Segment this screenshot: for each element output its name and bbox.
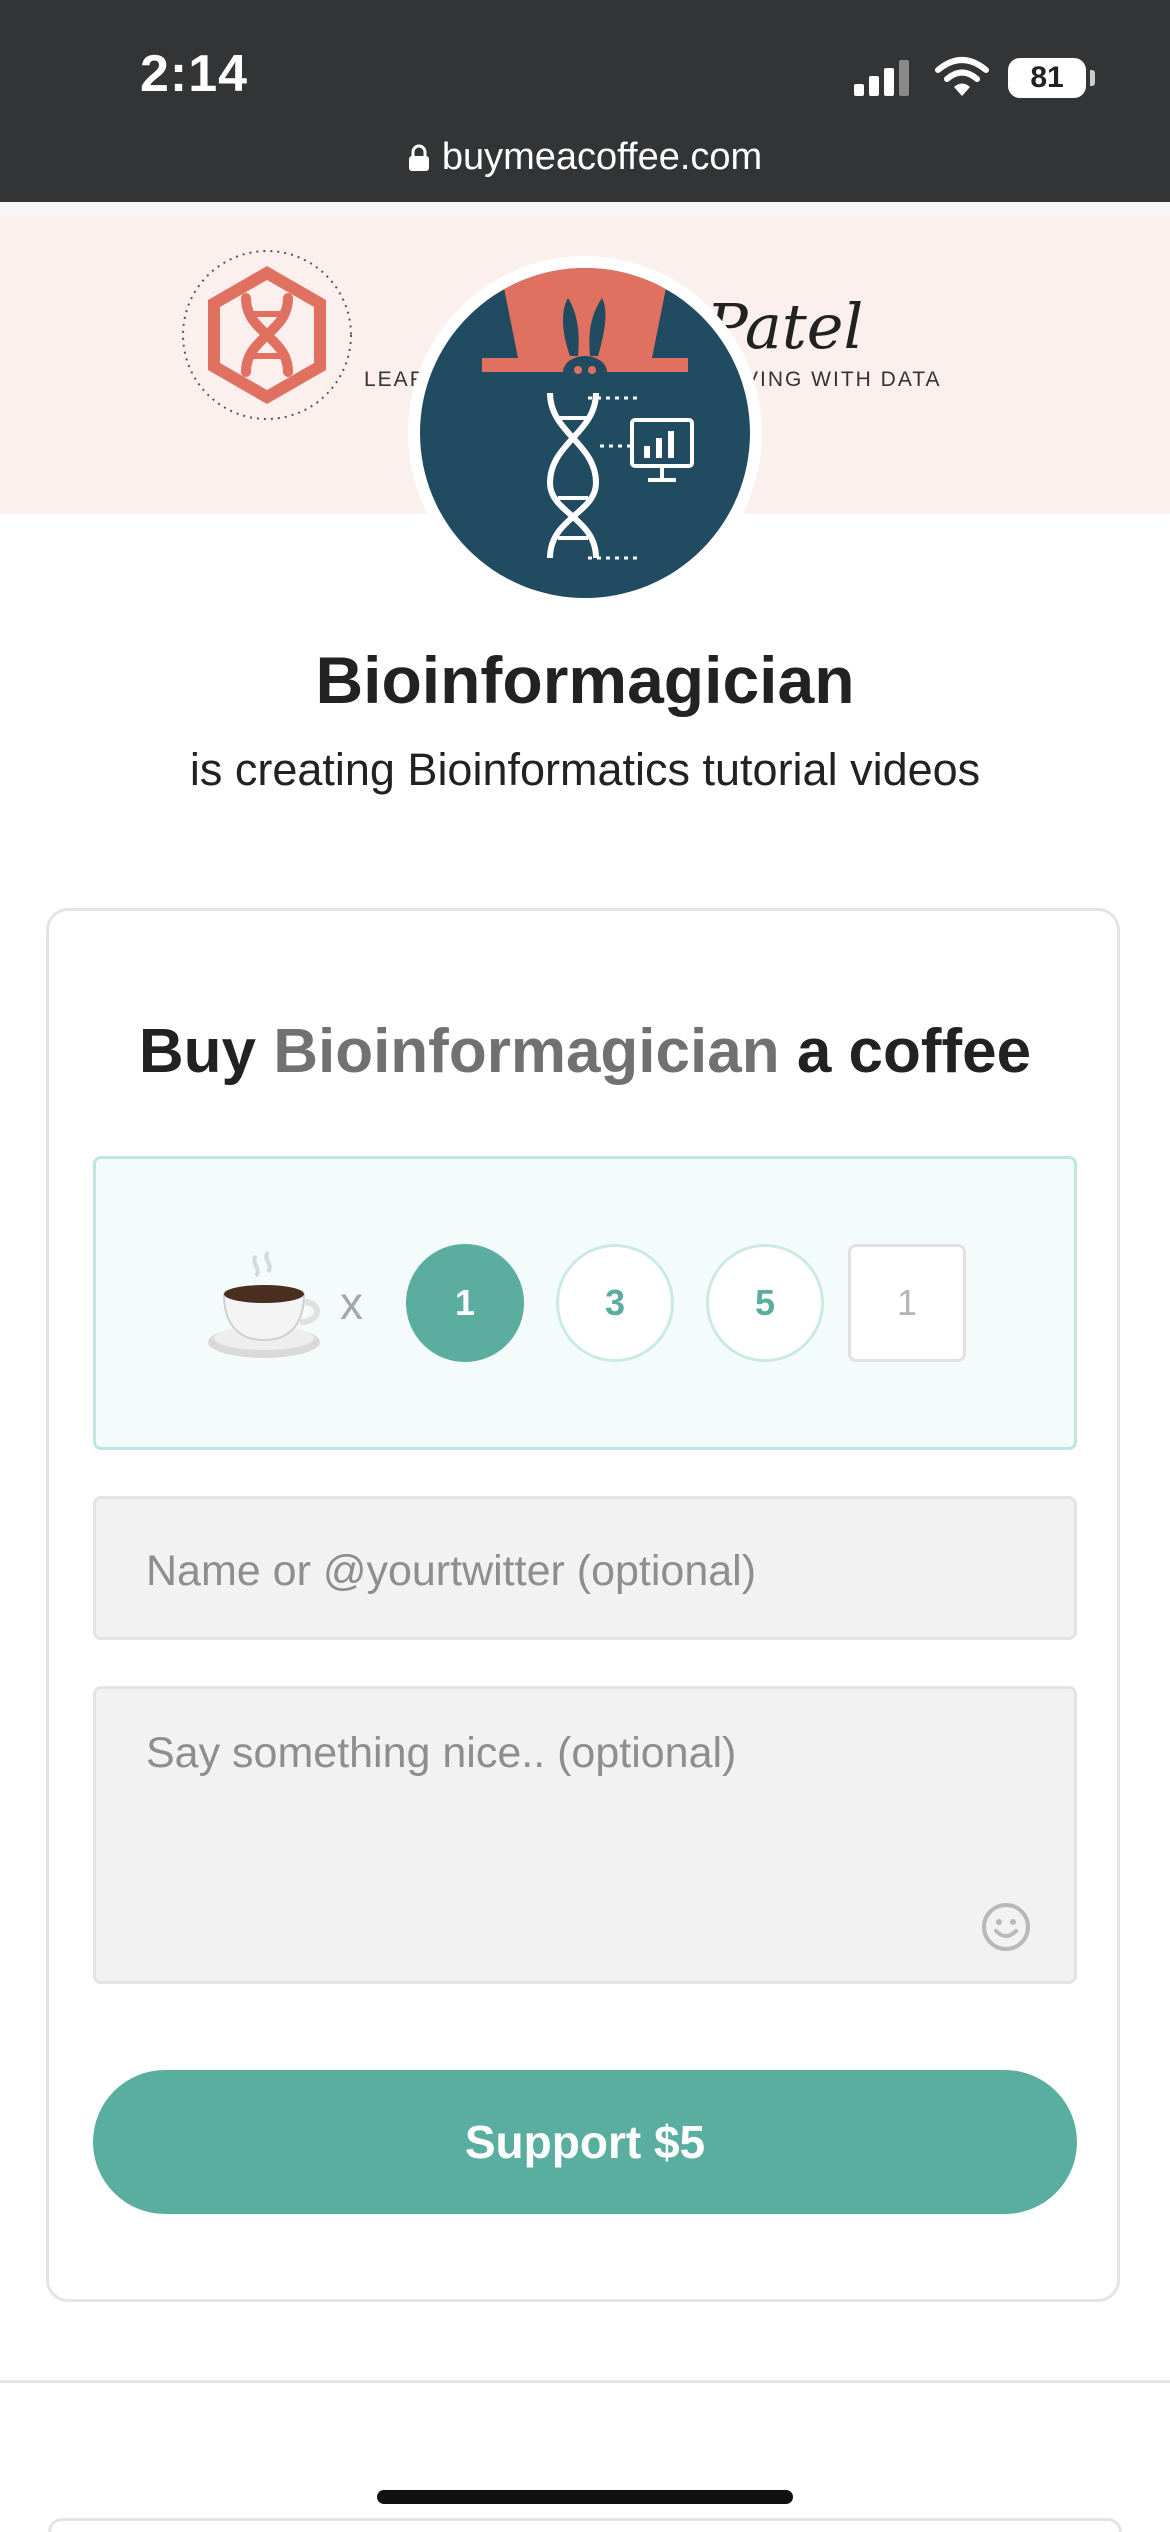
section-divider	[0, 2380, 1170, 2383]
avatar-image	[420, 268, 750, 598]
battery-tip	[1090, 70, 1095, 86]
home-indicator[interactable]	[377, 2490, 793, 2504]
custom-quantity-input[interactable]: 1	[848, 1244, 966, 1362]
card-title-creator: Bioinformagician	[273, 1017, 780, 1086]
cellular-signal-icon	[854, 60, 909, 96]
creator-tagline: is creating Bioinformatics tutorial vide…	[189, 744, 981, 795]
lock-icon	[408, 144, 429, 171]
cover-top-gap	[0, 202, 1170, 216]
support-button[interactable]: Support $5	[93, 2070, 1077, 2214]
emoji-picker-icon[interactable]	[980, 1901, 1032, 1953]
magician-hat-dna-icon	[482, 268, 694, 560]
creator-avatar[interactable]	[408, 256, 762, 610]
name-input[interactable]: Name or @yourtwitter (optional)	[93, 1496, 1077, 1640]
status-time: 2:14	[140, 45, 249, 103]
quantity-multiplier: x	[340, 1277, 363, 1329]
browser-chrome: 2:14 81 buymeacoffee.com	[0, 0, 1170, 202]
quantity-option-5[interactable]: 5	[706, 1244, 824, 1362]
wifi-icon	[935, 57, 989, 96]
quantity-option-3[interactable]: 3	[556, 1244, 674, 1362]
message-textarea[interactable]: Say something nice.. (optional)	[93, 1686, 1077, 1984]
message-placeholder: Say something nice.. (optional)	[146, 1729, 737, 1777]
address-bar[interactable]: buymeacoffee.com	[0, 136, 1170, 179]
card-title: Buy Bioinformagician a coffee	[0, 1016, 1170, 1087]
battery-level: 81	[1008, 58, 1086, 98]
card-title-prefix: Buy	[138, 1017, 256, 1086]
cover-tagline-right: VING WITH DATA	[744, 368, 942, 391]
creator-name: Bioinformagician	[315, 643, 855, 717]
card-title-suffix: a coffee	[796, 1017, 1032, 1086]
next-section-edge	[48, 2518, 1122, 2532]
dna-hexagon-logo-icon	[182, 250, 352, 420]
coffee-cup-icon	[208, 1250, 320, 1358]
url-text: buymeacoffee.com	[441, 136, 763, 178]
quantity-option-1[interactable]: 1	[406, 1244, 524, 1362]
